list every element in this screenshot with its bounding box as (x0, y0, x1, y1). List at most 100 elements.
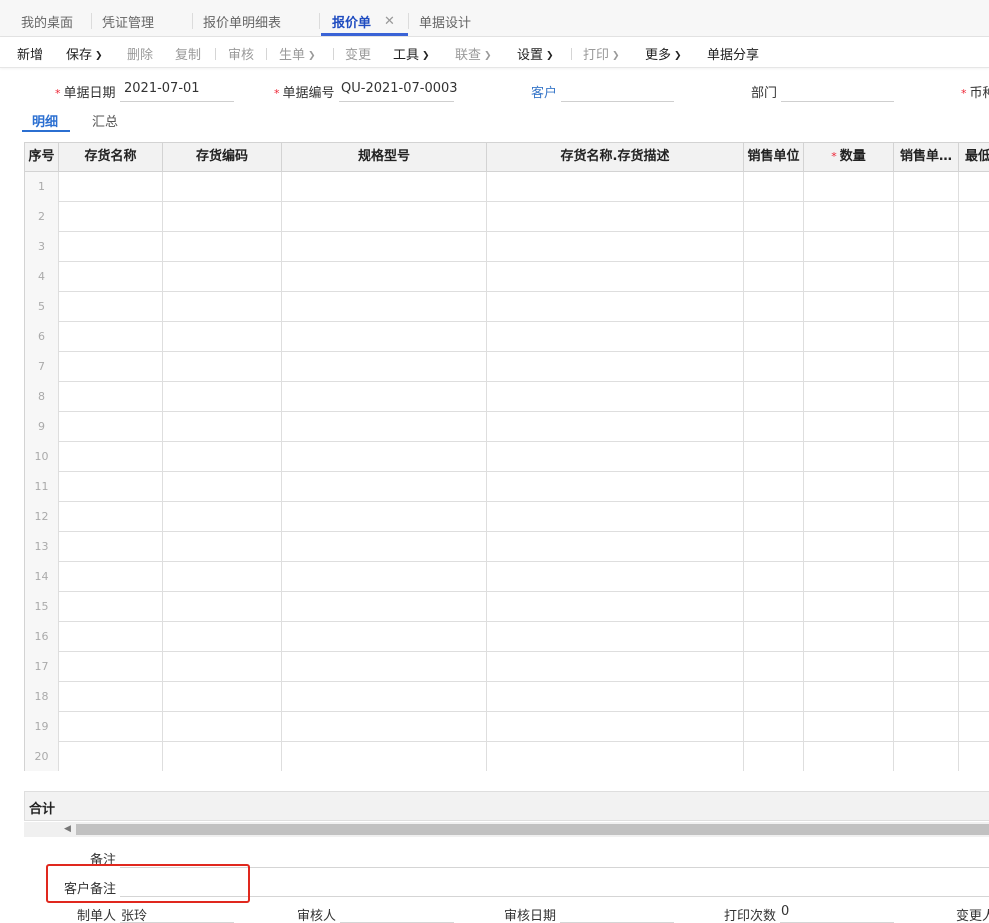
table-cell[interactable] (894, 472, 959, 502)
table-cell[interactable] (282, 322, 487, 352)
table-cell[interactable] (804, 652, 894, 682)
table-cell[interactable] (59, 742, 163, 771)
table-cell[interactable] (959, 712, 989, 742)
table-cell[interactable] (804, 592, 894, 622)
table-cell[interactable] (59, 172, 163, 202)
table-cell[interactable] (282, 682, 487, 712)
table-cell[interactable] (487, 592, 744, 622)
delete-button[interactable]: 删除 (127, 44, 153, 63)
table-cell[interactable] (744, 202, 804, 232)
table-cell[interactable] (894, 532, 959, 562)
table-cell[interactable] (282, 592, 487, 622)
table-cell[interactable] (163, 322, 282, 352)
dept-field[interactable] (781, 101, 894, 102)
table-cell[interactable] (163, 382, 282, 412)
table-cell[interactable] (282, 652, 487, 682)
table-cell[interactable] (163, 652, 282, 682)
table-cell[interactable] (894, 202, 959, 232)
table-cell[interactable] (282, 292, 487, 322)
table-cell[interactable] (59, 532, 163, 562)
date-field[interactable]: 2021-07-01 (124, 81, 200, 96)
table-cell[interactable] (163, 202, 282, 232)
table-cell[interactable] (804, 322, 894, 352)
table-cell[interactable] (282, 622, 487, 652)
table-cell[interactable] (744, 712, 804, 742)
table-cell[interactable] (894, 352, 959, 382)
table-cell[interactable] (959, 442, 989, 472)
table-cell[interactable] (59, 472, 163, 502)
table-cell[interactable] (894, 292, 959, 322)
table-cell[interactable] (894, 502, 959, 532)
table-cell[interactable] (744, 682, 804, 712)
table-cell[interactable] (959, 352, 989, 382)
table-cell[interactable] (744, 502, 804, 532)
customer-remark-field[interactable] (120, 896, 989, 897)
table-cell[interactable] (487, 352, 744, 382)
table-cell[interactable] (487, 442, 744, 472)
tab-document-design[interactable]: 单据设计 (419, 12, 471, 32)
table-cell[interactable] (744, 442, 804, 472)
table-cell[interactable] (959, 502, 989, 532)
settings-button[interactable]: 设置 ❯ (517, 44, 554, 63)
table-cell[interactable] (487, 232, 744, 262)
table-cell[interactable] (894, 232, 959, 262)
table-cell[interactable] (163, 472, 282, 502)
table-cell[interactable] (163, 592, 282, 622)
col-header-sales-unit[interactable]: 销售单位 (744, 143, 804, 172)
table-cell[interactable] (959, 562, 989, 592)
table-cell[interactable] (163, 262, 282, 292)
table-cell[interactable] (959, 742, 989, 771)
table-cell[interactable] (804, 532, 894, 562)
table-cell[interactable] (487, 412, 744, 442)
table-cell[interactable] (959, 412, 989, 442)
generate-button[interactable]: 生单 ❯ (279, 44, 316, 63)
table-cell[interactable] (59, 412, 163, 442)
table-cell[interactable] (959, 322, 989, 352)
close-icon[interactable]: ✕ (384, 14, 395, 29)
table-cell[interactable] (894, 682, 959, 712)
customer-label[interactable]: 客户 (531, 82, 557, 101)
table-cell[interactable] (282, 712, 487, 742)
table-cell[interactable] (744, 592, 804, 622)
table-cell[interactable] (959, 472, 989, 502)
table-cell[interactable] (163, 682, 282, 712)
table-cell[interactable] (487, 532, 744, 562)
table-cell[interactable] (959, 382, 989, 412)
tab-voucher-management[interactable]: 凭证管理 (102, 12, 154, 32)
table-cell[interactable] (804, 682, 894, 712)
query-button[interactable]: 联查 ❯ (455, 44, 492, 63)
share-button[interactable]: 单据分享 (707, 44, 759, 63)
table-cell[interactable] (804, 502, 894, 532)
table-cell[interactable] (959, 172, 989, 202)
table-cell[interactable] (487, 562, 744, 592)
table-cell[interactable] (894, 262, 959, 292)
horizontal-scrollbar[interactable]: ◀ (24, 822, 989, 837)
table-cell[interactable] (59, 712, 163, 742)
table-cell[interactable] (804, 382, 894, 412)
table-cell[interactable] (282, 232, 487, 262)
table-cell[interactable] (959, 622, 989, 652)
table-cell[interactable] (282, 262, 487, 292)
table-cell[interactable] (744, 352, 804, 382)
subtab-summary[interactable]: 汇总 (92, 111, 118, 130)
table-cell[interactable] (959, 202, 989, 232)
table-cell[interactable] (487, 322, 744, 352)
copy-button[interactable]: 复制 (175, 44, 201, 63)
tab-desktop[interactable]: 我的桌面 (21, 12, 73, 32)
new-button[interactable]: 新增 (17, 44, 43, 63)
table-cell[interactable] (163, 172, 282, 202)
table-cell[interactable] (487, 382, 744, 412)
table-cell[interactable] (804, 412, 894, 442)
table-cell[interactable] (163, 352, 282, 382)
table-cell[interactable] (894, 742, 959, 771)
table-cell[interactable] (744, 382, 804, 412)
table-cell[interactable] (804, 622, 894, 652)
print-button[interactable]: 打印 ❯ (583, 44, 620, 63)
table-cell[interactable] (282, 202, 487, 232)
table-cell[interactable] (282, 352, 487, 382)
table-cell[interactable] (59, 622, 163, 652)
col-header-item-code[interactable]: 存货编码 (163, 143, 282, 172)
table-cell[interactable] (959, 652, 989, 682)
code-field[interactable]: QU-2021-07-0003 (341, 81, 458, 96)
table-cell[interactable] (163, 622, 282, 652)
